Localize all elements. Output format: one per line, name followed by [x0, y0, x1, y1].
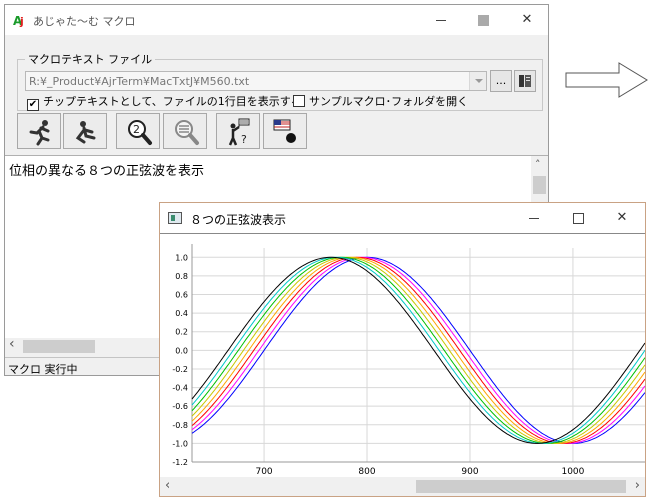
- graph-window-title: ８つの正弦波表示: [190, 213, 287, 227]
- minimize-button[interactable]: [419, 9, 463, 31]
- x-tick-label-3: 1000: [561, 467, 584, 477]
- graph-horizontal-scrollbar[interactable]: ‹ ›: [160, 477, 645, 496]
- y-tick-label-4: 0.2: [175, 328, 188, 337]
- close-button[interactable]: ✕: [505, 9, 549, 31]
- scroll-left-icon[interactable]: ‹: [165, 478, 170, 493]
- y-tick-label-11: -1.2: [172, 458, 188, 467]
- y-tick-label-0: 1.0: [175, 253, 188, 262]
- x-tick-label-2: 900: [461, 467, 478, 477]
- tooltip-checkbox-row[interactable]: ✔ チップテキストとして、ファイルの1行目を表示する: [27, 93, 302, 111]
- chevron-down-icon[interactable]: [469, 72, 486, 90]
- y-tick-label-10: -1.0: [172, 439, 188, 448]
- svg-text:?: ?: [241, 133, 247, 146]
- macro-file-combo[interactable]: R:¥_Product¥AjrTerm¥MacTxtJ¥M560.txt: [25, 71, 487, 91]
- y-tick-label-1: 0.8: [175, 272, 188, 281]
- help-flag-icon: ?: [228, 118, 250, 146]
- editor-vertical-scroll-thumb[interactable]: [533, 176, 546, 194]
- graph-window: ８つの正弦波表示 ✕ 1.0 0.8 0.6 0.4 0.2 0.0 -0.2 -0.4 -0.…: [159, 202, 646, 497]
- status-text: マクロ 実行中: [8, 363, 78, 376]
- arrow-right-icon: [565, 62, 648, 98]
- help-flag-button[interactable]: ?: [216, 113, 260, 149]
- graph-minimize-button[interactable]: [512, 207, 556, 229]
- macro-file-path: R:¥_Product¥AjrTerm¥MacTxtJ¥M560.txt: [29, 75, 250, 88]
- sample-checkbox[interactable]: [293, 95, 305, 107]
- sine-chart: 1.0 0.8 0.6 0.4 0.2 0.0 -0.2 -0.4 -0.6 -0.8 -1.0 -1…: [160, 233, 646, 477]
- y-tick-label-3: 0.4: [175, 309, 188, 318]
- macro-file-group-label: マクロテキスト ファイル: [25, 51, 156, 67]
- tooltip-checkbox[interactable]: ✔: [27, 99, 39, 111]
- graph-app-icon: [168, 212, 182, 224]
- search-2-icon: 2: [128, 120, 152, 145]
- sine-chart-svg: 1.0 0.8 0.6 0.4 0.2 0.0 -0.2 -0.4 -0.6 -0.8 -1.0 -1…: [172, 244, 646, 477]
- book-icon: [519, 75, 531, 87]
- scroll-right-icon[interactable]: ›: [635, 478, 640, 493]
- maximize-button: [461, 9, 505, 31]
- y-tick-label-5: 0.0: [175, 346, 188, 355]
- graph-maximize-button[interactable]: [556, 207, 600, 229]
- search-list-icon: [175, 120, 199, 145]
- flag-record-button[interactable]: [263, 113, 307, 149]
- y-tick-label-9: -0.8: [172, 421, 188, 430]
- y-tick-label-8: -0.6: [172, 402, 188, 411]
- x-tick-label-0: 700: [255, 467, 272, 477]
- browse-button[interactable]: ...: [490, 70, 512, 92]
- svg-text:2: 2: [133, 123, 140, 136]
- macro-editor-text: 位相の異なる８つの正弦波を表示: [9, 164, 205, 179]
- sample-checkbox-label: サンプルマクロ･フォルダを開く: [309, 95, 469, 108]
- app-logo-icon: A j: [13, 14, 24, 27]
- graph-horizontal-scroll-thumb[interactable]: [416, 480, 626, 493]
- y-tick-label-7: -0.4: [172, 384, 188, 393]
- run-icon: [29, 120, 50, 146]
- run-button[interactable]: [17, 113, 61, 149]
- flag-record-icon: [273, 119, 296, 143]
- graph-titlebar[interactable]: ８つの正弦波表示 ✕: [160, 203, 645, 233]
- tooltip-checkbox-label: チップテキストとして、ファイルの1行目を表示する: [43, 95, 302, 108]
- macro-window-title: あじゃた〜む マクロ: [33, 15, 136, 28]
- y-tick-label-2: 0.6: [175, 291, 188, 300]
- open-book-button[interactable]: [514, 70, 536, 92]
- stop-icon: [75, 121, 96, 144]
- search-2-button[interactable]: 2: [116, 113, 160, 149]
- stop-button[interactable]: [63, 113, 107, 149]
- svg-text:j: j: [19, 15, 24, 27]
- y-tick-label-6: -0.2: [172, 365, 188, 374]
- macro-titlebar[interactable]: A j あじゃた〜む マクロ ✕: [5, 5, 548, 35]
- search-list-button: [163, 113, 207, 149]
- x-tick-label-1: 800: [358, 467, 375, 477]
- sample-checkbox-row[interactable]: サンプルマクロ･フォルダを開く: [293, 93, 469, 108]
- graph-close-button[interactable]: ✕: [600, 207, 644, 229]
- editor-horizontal-scroll-thumb[interactable]: [23, 340, 95, 353]
